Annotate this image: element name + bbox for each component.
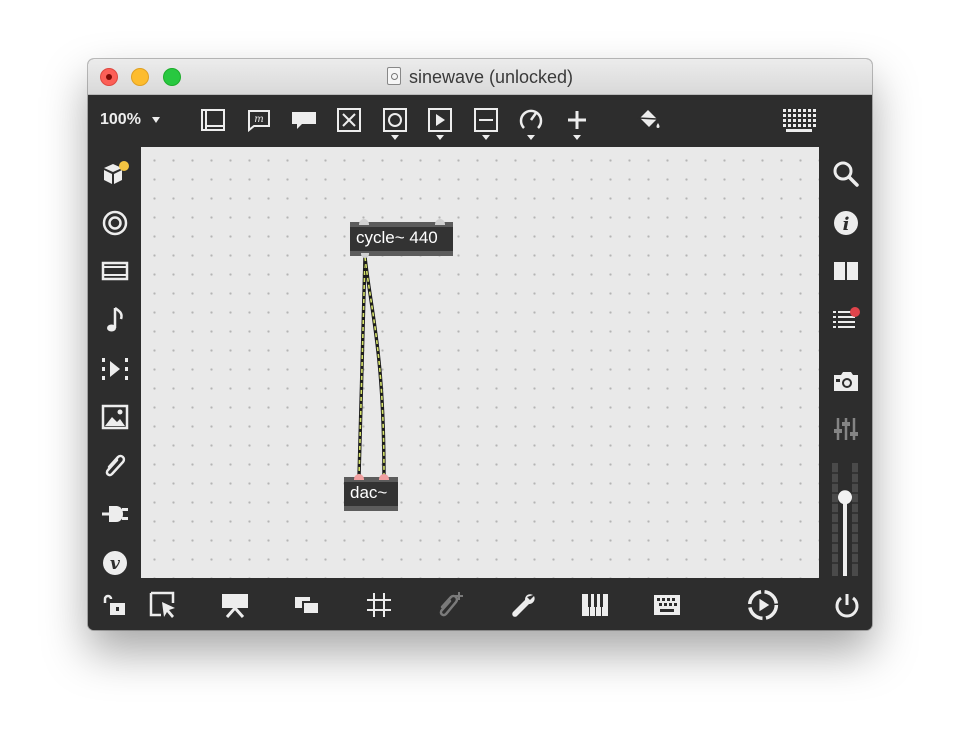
window-title: sinewave (unlocked)	[408, 67, 574, 87]
document-icon	[386, 67, 401, 85]
inlet-left[interactable]	[359, 219, 369, 225]
packages-icon[interactable]	[100, 159, 130, 189]
film-icon[interactable]	[100, 256, 130, 286]
window-title-container: sinewave (unlocked)	[88, 67, 872, 88]
left-sidebar: v	[88, 147, 140, 579]
grid-icon[interactable]	[363, 589, 395, 621]
camera-icon[interactable]	[831, 366, 861, 396]
search-icon[interactable]	[831, 159, 861, 189]
vizzie-icon[interactable]: v	[100, 548, 130, 578]
packages-badge	[119, 161, 129, 171]
paperclip-add-icon[interactable]	[435, 589, 467, 621]
dial-dropdown-icon[interactable]	[527, 135, 535, 140]
mixer-icon[interactable]	[831, 414, 861, 444]
zoom-dropdown-arrow-icon[interactable]	[152, 117, 160, 123]
button-icon[interactable]	[380, 105, 410, 135]
svg-text:m: m	[254, 114, 263, 125]
object-dac[interactable]: dac~	[344, 474, 398, 511]
inlet-left[interactable]	[354, 474, 364, 480]
zoom-level[interactable]: 100%	[100, 111, 141, 129]
paperclip-icon[interactable]	[100, 451, 130, 481]
book-icon[interactable]	[831, 256, 861, 286]
add-object-dropdown-icon[interactable]	[573, 135, 581, 140]
inlet-right[interactable]	[435, 219, 445, 225]
play-dropdown-icon[interactable]	[436, 135, 444, 140]
dial-icon[interactable]	[516, 105, 546, 135]
volume-fill	[843, 498, 847, 576]
object-box-icon[interactable]	[198, 105, 228, 135]
comment-icon[interactable]	[289, 105, 319, 135]
audio-play-icon[interactable]	[747, 589, 779, 621]
image-icon[interactable]	[100, 402, 130, 432]
list-badge	[850, 307, 860, 317]
music-note-icon[interactable]	[100, 305, 130, 335]
slider-dropdown-icon[interactable]	[482, 135, 490, 140]
svg-text:i: i	[843, 214, 850, 235]
top-toolbar: 100% m	[88, 95, 872, 147]
object-inlet-strip	[344, 477, 398, 482]
toggle-icon[interactable]	[334, 105, 364, 135]
bottom-toolbar	[88, 579, 872, 630]
target-icon[interactable]	[100, 208, 130, 238]
svg-text:v: v	[110, 554, 121, 574]
info-icon[interactable]: i	[831, 208, 861, 238]
list-icon[interactable]	[831, 305, 861, 335]
media-step-icon[interactable]	[100, 354, 130, 384]
play-icon[interactable]	[425, 105, 455, 135]
title-bar: sinewave (unlocked)	[88, 59, 872, 95]
add-object-icon[interactable]	[562, 105, 592, 135]
plug-icon[interactable]	[100, 499, 130, 529]
inlet-right[interactable]	[379, 474, 389, 480]
keyboard-icon[interactable]	[651, 589, 683, 621]
slider-icon[interactable]	[471, 105, 501, 135]
piano-icon[interactable]	[579, 589, 611, 621]
patchcords[interactable]	[141, 147, 819, 578]
volume-knob[interactable]	[838, 490, 852, 505]
wrench-icon[interactable]	[507, 589, 539, 621]
object-cycle[interactable]: cycle~ 440	[350, 219, 453, 258]
object-text: cycle~ 440	[356, 228, 438, 247]
grid-preset-icon[interactable]	[782, 105, 816, 135]
button-dropdown-icon[interactable]	[391, 135, 399, 140]
patch-canvas[interactable]: cycle~ 440 dac~	[141, 147, 819, 578]
message-box-icon[interactable]: m	[244, 105, 274, 135]
lock-icon[interactable]	[99, 589, 131, 621]
power-icon[interactable]	[831, 589, 863, 621]
windows-icon[interactable]	[291, 589, 323, 621]
object-outlet-strip	[344, 506, 398, 511]
paint-bucket-icon[interactable]	[634, 105, 664, 135]
volume-meter[interactable]	[829, 463, 861, 576]
patcher-window: sinewave (unlocked) 100% m v cycle~ 440 …	[88, 59, 872, 630]
object-text: dac~	[350, 483, 388, 502]
select-cursor-icon[interactable]	[147, 589, 179, 621]
presentation-icon[interactable]	[219, 589, 251, 621]
